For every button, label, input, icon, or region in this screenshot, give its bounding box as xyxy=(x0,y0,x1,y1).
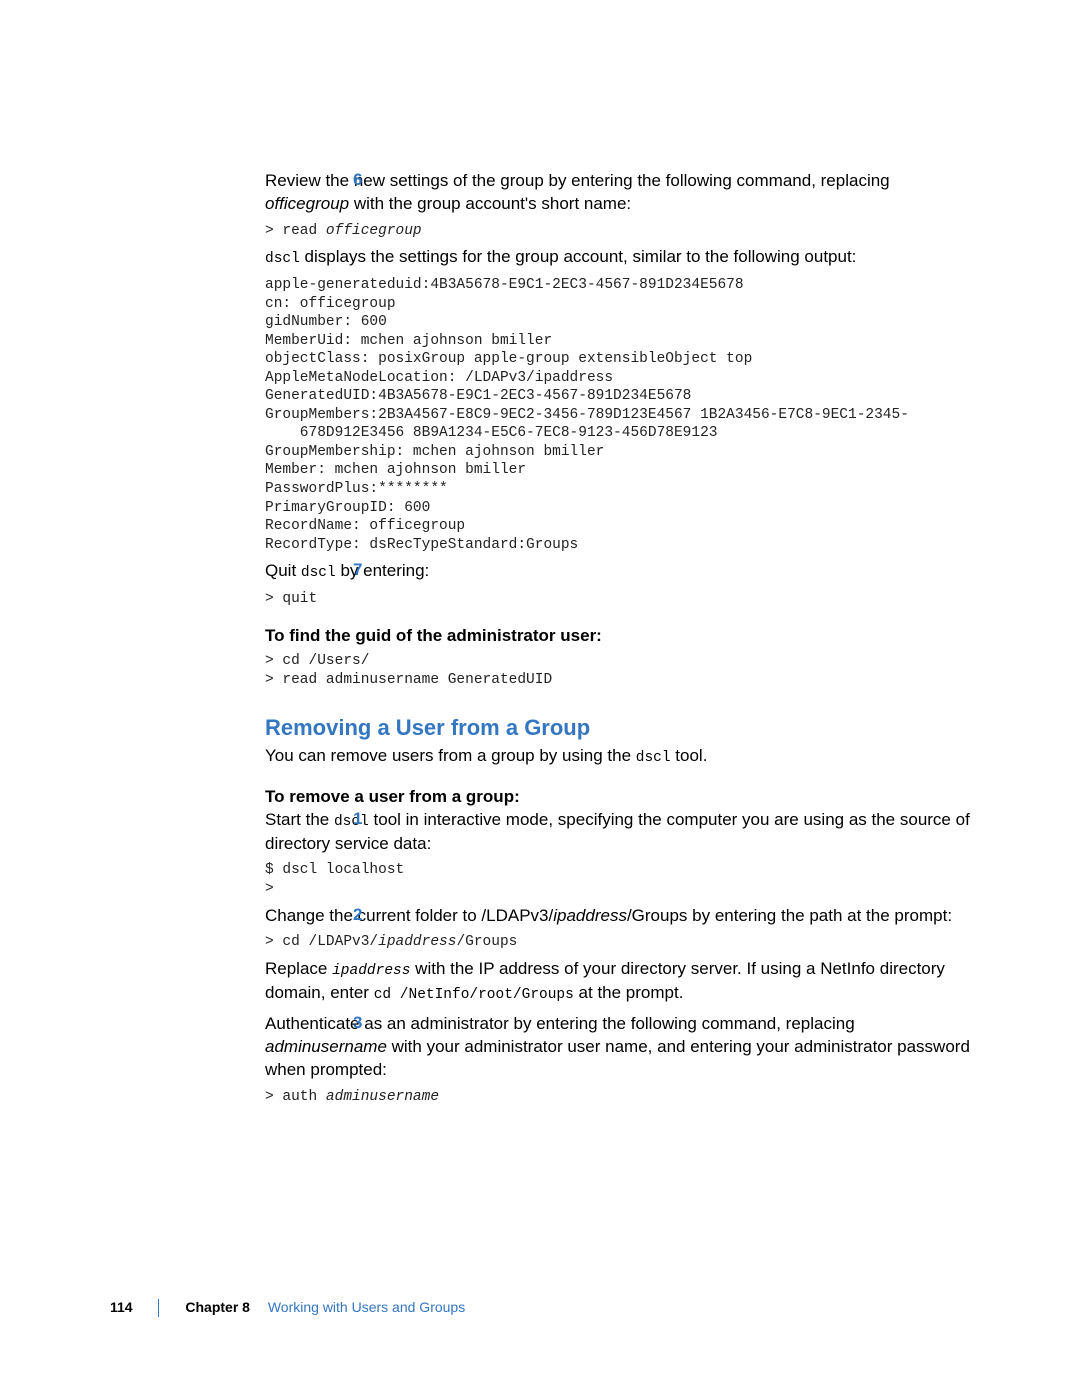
text: at the prompt. xyxy=(574,983,684,1002)
r3-text: Authenticate as an administrator by ente… xyxy=(265,1013,972,1082)
code-inline: dscl xyxy=(265,251,300,267)
heading-removing-user: Removing a User from a Group xyxy=(265,715,972,741)
code: > auth xyxy=(265,1089,326,1105)
text: Quit xyxy=(265,561,301,580)
text: by entering: xyxy=(336,561,430,580)
step-number-1: 1 xyxy=(353,809,362,829)
code: > read xyxy=(265,223,326,239)
r1-text: Start the dscl tool in interactive mode,… xyxy=(265,809,972,856)
text: with the group account's short name: xyxy=(349,194,631,213)
step7-text: Quit dscl by entering: xyxy=(265,560,972,584)
code-output: apple-generateduid:4B3A5678-E9C1-2EC3-45… xyxy=(265,276,972,554)
step-number-2: 2 xyxy=(353,905,362,925)
code-inline: cd /NetInfo/root/Groups xyxy=(374,987,574,1003)
code-block: > cd /Users/ > read adminusername Genera… xyxy=(265,652,972,689)
subhead-guid: To find the guid of the administrator us… xyxy=(265,626,972,646)
code-em: ipaddress xyxy=(332,963,410,979)
code-block: $ dscl localhost > xyxy=(265,861,972,898)
code-em: ipaddress xyxy=(378,934,456,950)
text: Change the current folder to /LDAPv3/ xyxy=(265,906,553,925)
code-block: > auth adminusername xyxy=(265,1088,972,1107)
step6-text: Review the new settings of the group by … xyxy=(265,170,972,216)
text: You can remove users from a group by usi… xyxy=(265,746,636,765)
footer-separator xyxy=(158,1299,159,1317)
text-em: adminusername xyxy=(265,1037,387,1056)
page-footer: 114 Chapter 8 Working with Users and Gro… xyxy=(110,1299,465,1317)
text: Start the xyxy=(265,810,334,829)
code-inline: dscl xyxy=(334,814,369,830)
chapter-label: Chapter 8 xyxy=(185,1299,250,1315)
code-block: > read officegroup xyxy=(265,222,972,241)
code: /Groups xyxy=(456,934,517,950)
text: tool. xyxy=(671,746,708,765)
r2-after: Replace ipaddress with the IP address of… xyxy=(265,958,972,1005)
text-em: ipaddress xyxy=(553,906,627,925)
code-inline: dscl xyxy=(301,565,336,581)
step-number-3: 3 xyxy=(353,1013,362,1033)
subhead-remove: To remove a user from a group: xyxy=(265,787,972,807)
step-number-6: 6 xyxy=(353,170,362,190)
code-block: > quit xyxy=(265,590,972,609)
text: tool in interactive mode, specifying the… xyxy=(265,810,970,853)
code-block: > cd /LDAPv3/ipaddress/Groups xyxy=(265,933,972,952)
page-number: 114 xyxy=(110,1299,133,1315)
code-inline: dscl xyxy=(636,750,671,766)
text-em: officegroup xyxy=(265,194,349,213)
text: Replace xyxy=(265,959,332,978)
step6-desc: dscl displays the settings for the group… xyxy=(265,246,972,270)
text: /Groups by entering the path at the prom… xyxy=(627,906,952,925)
text: displays the settings for the group acco… xyxy=(300,247,857,266)
code-em: adminusername xyxy=(326,1089,439,1105)
intro-text: You can remove users from a group by usi… xyxy=(265,745,972,769)
code: > cd /LDAPv3/ xyxy=(265,934,378,950)
chapter-title: Working with Users and Groups xyxy=(268,1299,465,1315)
step-number-7: 7 xyxy=(353,560,362,580)
r2-text: Change the current folder to /LDAPv3/ipa… xyxy=(265,905,972,928)
code-em: officegroup xyxy=(326,223,422,239)
